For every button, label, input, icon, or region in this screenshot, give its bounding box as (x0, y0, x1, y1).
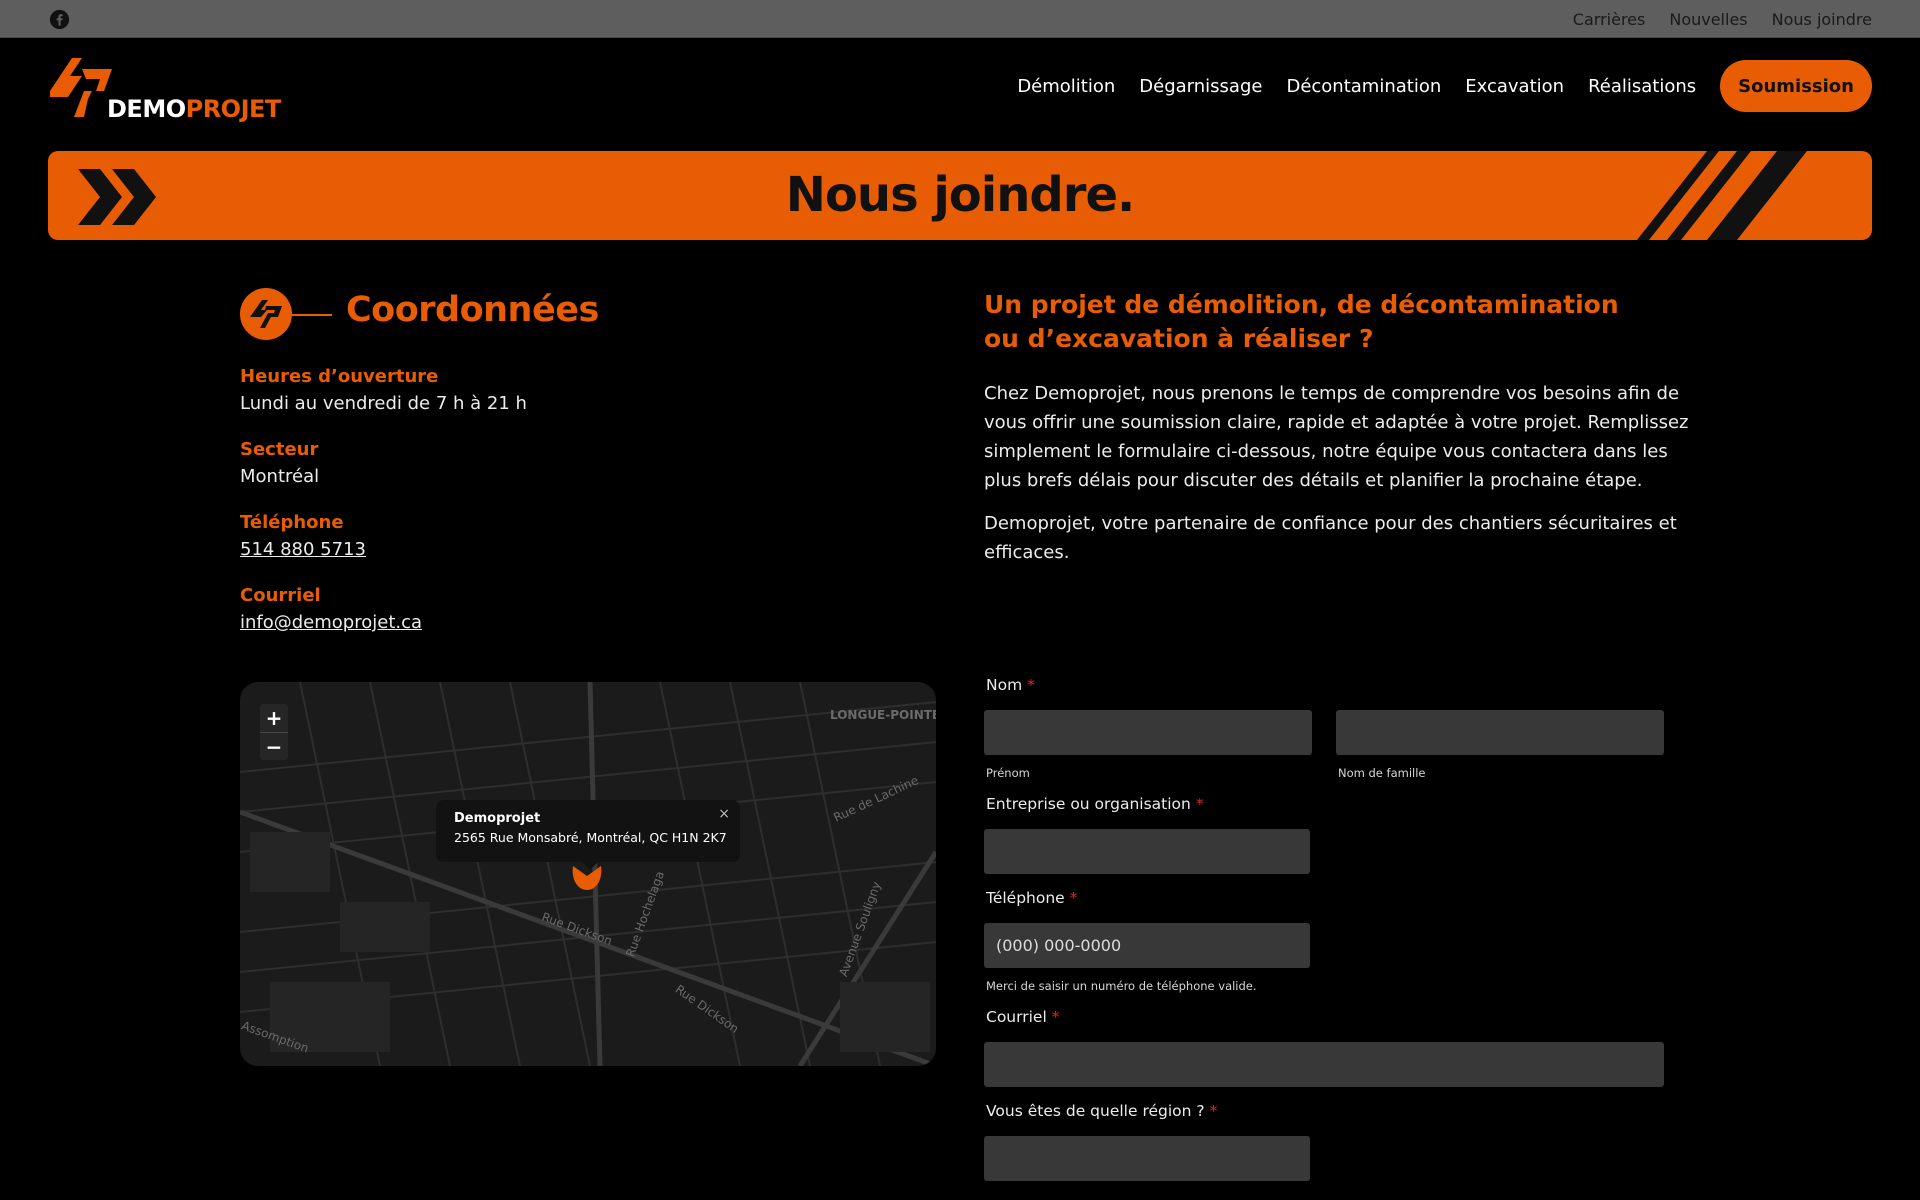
email-field-label: Courriel * (986, 1008, 1059, 1026)
phone-field[interactable] (984, 923, 1310, 968)
page-title: Nous joindre. (785, 167, 1135, 223)
main-nav: Démolition Dégarnissage Décontamination … (993, 60, 1872, 112)
diagonal-stripes-decoration (1637, 151, 1807, 240)
nav-item-demolition[interactable]: Démolition (1017, 76, 1115, 97)
zoom-in-button[interactable]: + (260, 704, 288, 732)
intro-heading: Un projet de démolition, de décontaminat… (984, 290, 1619, 353)
required-mark: * (1027, 676, 1035, 694)
page-banner: Nous joindre. (48, 151, 1872, 240)
last-name-field[interactable] (1336, 710, 1664, 755)
popup-title: Demoprojet (454, 811, 541, 826)
phone-link[interactable]: 514 880 5713 (240, 539, 366, 560)
nav-item-realisations[interactable]: Réalisations (1588, 76, 1696, 97)
nav-item-decontamination[interactable]: Décontamination (1286, 76, 1441, 97)
utility-link-contact[interactable]: Nous joindre (1772, 10, 1872, 29)
region-label-text: Vous êtes de quelle région ? (986, 1102, 1205, 1120)
contact-heading-text: Coordonnées (346, 290, 599, 330)
region-field[interactable] (984, 1136, 1310, 1181)
name-label: Nom * (986, 676, 1035, 694)
hours-value: Lundi au vendredi de 7 h à 21 h (240, 393, 527, 414)
hours-block: Heures d’ouverture Lundi au vendredi de … (240, 366, 800, 414)
name-label-text: Nom (986, 676, 1023, 694)
nav-item-excavation[interactable]: Excavation (1465, 76, 1564, 97)
sector-label: Secteur (240, 439, 319, 460)
top-bar: Carrières Nouvelles Nous joindre (0, 0, 1920, 38)
logo-wordmark: DEMOPROJET (107, 95, 281, 123)
logo[interactable]: DEMOPROJET (48, 55, 308, 125)
map-pin-icon[interactable] (570, 862, 604, 892)
utility-link-careers[interactable]: Carrières (1573, 10, 1646, 29)
required-mark: * (1069, 889, 1078, 907)
map-popup: Demoprojet 2565 Rue Monsabré, Montréal, … (436, 800, 740, 870)
phone-field-label: Téléphone * (986, 889, 1077, 907)
utility-link-news[interactable]: Nouvelles (1669, 10, 1747, 29)
first-name-sublabel: Prénom (986, 766, 1030, 780)
intro-paragraph-1: Chez Demoprojet, nous prenons le temps d… (984, 383, 1689, 491)
phone-field-label-text: Téléphone (986, 889, 1065, 907)
email-link[interactable]: info@demoprojet.ca (240, 612, 422, 633)
zoom-out-button[interactable]: − (260, 732, 288, 760)
logo-word-demo: DEMO (107, 95, 186, 123)
phone-label: Téléphone (240, 512, 344, 533)
map-zoom-control: + − (260, 704, 288, 760)
nav-item-degarnissage[interactable]: Dégarnissage (1139, 76, 1262, 97)
logo-badge-icon (240, 288, 292, 340)
intro-paragraph-2: Demoprojet, votre partenaire de confianc… (984, 513, 1677, 563)
phone-block: Téléphone 514 880 5713 (240, 512, 800, 560)
email-label: Courriel (240, 585, 321, 606)
company-label-text: Entreprise ou organisation (986, 795, 1191, 813)
company-label: Entreprise ou organisation * (986, 795, 1204, 813)
popup-close-icon[interactable]: × (718, 806, 730, 822)
utility-nav: Carrières Nouvelles Nous joindre (1573, 0, 1872, 38)
email-field-label-text: Courriel (986, 1008, 1047, 1026)
sector-value: Montréal (240, 466, 320, 487)
email-field[interactable] (984, 1042, 1664, 1087)
required-mark: * (1051, 1008, 1060, 1026)
last-name-sublabel: Nom de famille (1338, 766, 1426, 780)
map-label-longue-pointe: LONGUE-POINTE (830, 708, 936, 722)
required-mark: * (1195, 795, 1204, 813)
region-label: Vous êtes de quelle région ? * (986, 1102, 1217, 1120)
company-field[interactable] (984, 829, 1310, 874)
location-map[interactable]: LONGUE-POINTE Rue Dickson Rue Hochelaga … (240, 682, 936, 1066)
sector-block: Secteur Montréal (240, 439, 800, 487)
email-block: Courriel info@demoprojet.ca (240, 585, 800, 633)
soumission-button[interactable]: Soumission (1720, 60, 1872, 112)
heading-rule (292, 314, 332, 316)
phone-hint: Merci de saisir un numéro de téléphone v… (986, 979, 1257, 993)
hours-label: Heures d’ouverture (240, 366, 439, 387)
logo-word-projet: PROJET (185, 95, 282, 123)
first-name-field[interactable] (984, 710, 1312, 755)
popup-address: 2565 Rue Monsabré, Montréal, QC H1N 2K7 (454, 830, 727, 845)
required-mark: * (1209, 1102, 1218, 1120)
facebook-icon[interactable] (49, 9, 70, 30)
